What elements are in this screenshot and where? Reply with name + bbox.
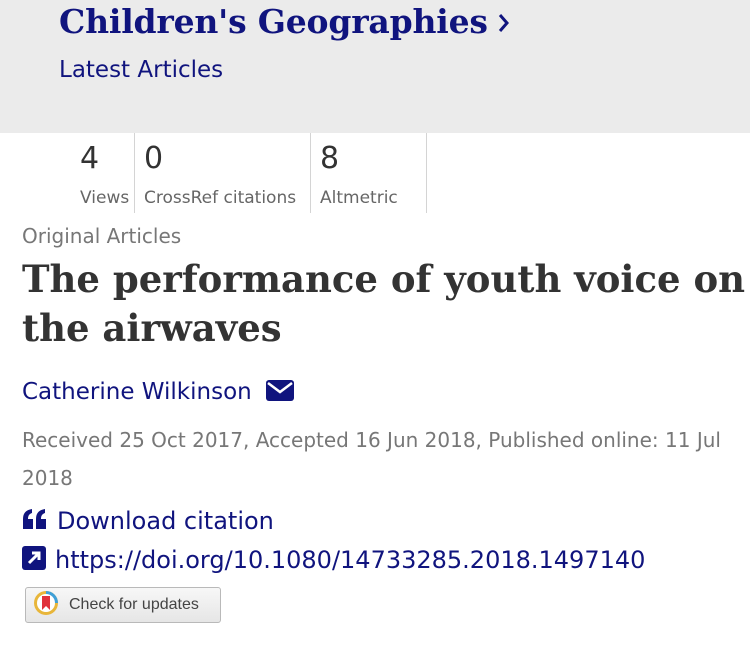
- article-section-label: Original Articles: [22, 224, 182, 248]
- metric-crossref[interactable]: 0 CrossRef citations: [135, 133, 311, 213]
- quote-icon: [22, 508, 48, 534]
- download-citation-label[interactable]: Download citation: [57, 507, 274, 535]
- crossmark-icon: [33, 590, 59, 620]
- altmetric-count: 8: [320, 141, 340, 176]
- journal-title-link[interactable]: Children's Geographies: [59, 2, 510, 41]
- author-link[interactable]: Catherine Wilkinson: [22, 379, 252, 405]
- journal-header: Children's Geographies Latest Articles: [0, 0, 750, 133]
- external-link-icon: [22, 546, 46, 574]
- metric-views: 4 Views: [80, 133, 135, 213]
- download-citation-link[interactable]: Download citation: [22, 507, 274, 535]
- doi-link[interactable]: https://doi.org/10.1080/14733285.2018.14…: [22, 546, 645, 574]
- envelope-icon[interactable]: [265, 379, 294, 405]
- article-title: The performance of youth voice on the ai…: [22, 257, 746, 350]
- doi-url[interactable]: https://doi.org/10.1080/14733285.2018.14…: [55, 546, 645, 574]
- latest-articles-link[interactable]: Latest Articles: [59, 57, 223, 83]
- check-for-updates-label[interactable]: Check for updates: [69, 596, 199, 614]
- altmetric-label: Altmetric: [320, 188, 398, 208]
- article-metrics: 4 Views 0 CrossRef citations 8 Altmetric: [0, 133, 750, 213]
- crossref-label: CrossRef citations: [144, 188, 297, 208]
- author-row: Catherine Wilkinson: [22, 379, 294, 405]
- views-count: 4: [80, 141, 100, 176]
- publication-dates: Received 25 Oct 2017, Accepted 16 Jun 20…: [22, 428, 721, 490]
- crossref-count: 0: [144, 141, 164, 176]
- metric-altmetric[interactable]: 8 Altmetric: [311, 133, 427, 213]
- chevron-right-icon[interactable]: [498, 2, 510, 41]
- check-for-updates-button[interactable]: Check for updates: [25, 587, 221, 623]
- views-label: Views: [80, 188, 130, 208]
- journal-title[interactable]: Children's Geographies: [59, 2, 488, 41]
